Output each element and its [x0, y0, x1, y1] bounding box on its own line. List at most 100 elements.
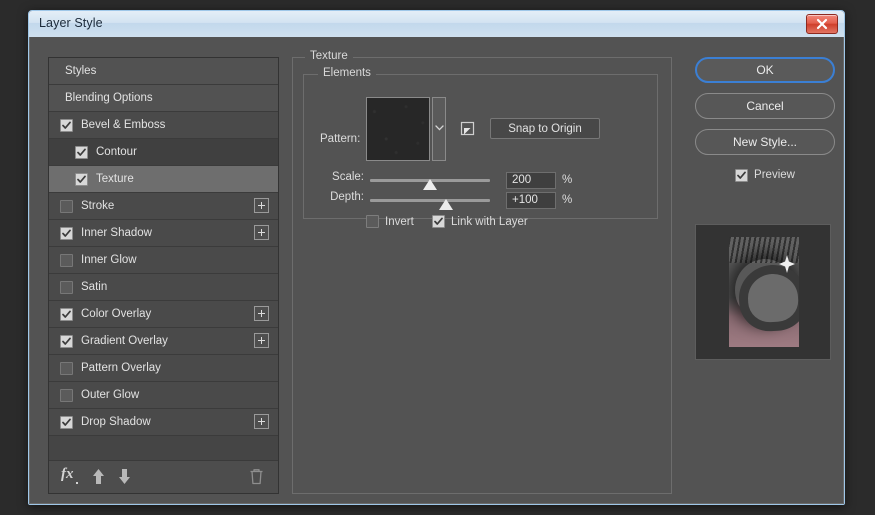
styles-list-item-inner-shadow[interactable]: Inner Shadow — [49, 220, 278, 247]
new-style-button[interactable]: New Style... — [695, 129, 835, 155]
styles-list-item-gradient-overlay[interactable]: Gradient Overlay — [49, 328, 278, 355]
styles-list-item-stroke[interactable]: Stroke — [49, 193, 278, 220]
styles-list-item-color-overlay[interactable]: Color Overlay — [49, 301, 278, 328]
check-glyph — [62, 310, 71, 319]
pattern-label: Pattern: — [320, 133, 360, 145]
preview-label: Preview — [754, 169, 795, 181]
link-with-layer-label: Link with Layer — [451, 216, 528, 228]
styles-list-item-label: Inner Glow — [81, 254, 137, 266]
effect-checkbox[interactable] — [60, 362, 73, 375]
styles-list-item-contour[interactable]: Contour — [49, 139, 278, 166]
add-effect-plus-icon[interactable] — [254, 225, 269, 240]
link-with-layer-checkbox[interactable] — [432, 215, 445, 228]
effect-checkbox[interactable] — [75, 173, 88, 186]
styles-list-item-label: Drop Shadow — [81, 416, 151, 428]
add-effect-plus-icon[interactable] — [254, 414, 269, 429]
texture-group-title: Texture — [305, 50, 353, 62]
add-effect-plus-icon[interactable] — [254, 333, 269, 348]
check-glyph — [77, 148, 86, 157]
elements-group-title: Elements — [318, 67, 376, 79]
preview-artwork — [729, 237, 799, 347]
close-x-glyph — [816, 18, 828, 30]
chevron-down-glyph — [435, 125, 444, 131]
scale-slider-thumb[interactable] — [423, 179, 437, 190]
action-buttons: OK Cancel New Style... Preview — [695, 57, 835, 185]
styles-list-item-drop-shadow[interactable]: Drop Shadow — [49, 409, 278, 436]
layer-style-dialog: Layer Style Styles Blending Options Bevel … — [28, 10, 845, 505]
link-with-layer-checkbox-row[interactable]: Link with Layer — [432, 215, 528, 228]
styles-panel: Styles Blending Options Bevel & Emboss Cont… — [48, 57, 279, 494]
styles-list-item-label: Contour — [96, 146, 137, 158]
ok-button[interactable]: OK — [695, 57, 835, 83]
styles-list-item-blending-options[interactable]: Blending Options — [49, 85, 278, 112]
effect-checkbox[interactable] — [60, 308, 73, 321]
styles-list-item-label: Outer Glow — [81, 389, 139, 401]
preview-checkbox[interactable] — [735, 169, 748, 182]
styles-list-item-label: Gradient Overlay — [81, 335, 168, 347]
effect-checkbox[interactable] — [60, 227, 73, 240]
depth-row: Depth: +100 % — [304, 191, 657, 211]
move-up-icon[interactable] — [91, 468, 106, 490]
dialog-body: Styles Blending Options Bevel & Emboss Cont… — [29, 37, 844, 504]
effect-checkbox[interactable] — [60, 200, 73, 213]
styles-list-item-bevel-emboss[interactable]: Bevel & Emboss — [49, 112, 278, 139]
effect-checkbox[interactable] — [60, 119, 73, 132]
styles-list-item-satin[interactable]: Satin — [49, 274, 278, 301]
invert-checkbox-row[interactable]: Invert — [366, 215, 414, 228]
styles-list-item-label: Satin — [81, 281, 107, 293]
styles-list-item-outer-glow[interactable]: Outer Glow — [49, 382, 278, 409]
cancel-button[interactable]: Cancel — [695, 93, 835, 119]
chevron-down-icon[interactable] — [432, 97, 446, 161]
depth-slider-thumb[interactable] — [439, 199, 453, 210]
invert-checkbox[interactable] — [366, 215, 379, 228]
effect-checkbox[interactable] — [60, 416, 73, 429]
effect-checkbox[interactable] — [60, 335, 73, 348]
texture-group: Texture Elements Pattern: Snap to Origi — [292, 57, 672, 494]
check-glyph — [62, 121, 71, 130]
styles-list-item-label: Texture — [96, 173, 134, 185]
styles-list-item-label: Pattern Overlay — [81, 362, 161, 374]
scale-row: Scale: 200 % — [304, 171, 657, 191]
add-effect-plus-icon[interactable] — [254, 198, 269, 213]
styles-list[interactable]: Styles Blending Options Bevel & Emboss Cont… — [49, 58, 278, 462]
styles-toolbar: fx — [49, 460, 278, 493]
styles-list-item-styles[interactable]: Styles — [49, 58, 278, 85]
trash-icon[interactable] — [249, 468, 264, 490]
styles-list-item-label: Stroke — [81, 200, 114, 212]
fx-icon[interactable]: fx — [61, 466, 74, 483]
preview-checkbox-row[interactable]: Preview — [695, 165, 835, 185]
depth-label: Depth: — [306, 191, 364, 203]
effect-checkbox[interactable] — [60, 389, 73, 402]
close-icon[interactable] — [806, 14, 838, 34]
elements-group: Elements Pattern: Snap to Origin — [303, 74, 658, 219]
styles-list-item-label: Bevel & Emboss — [81, 119, 165, 131]
styles-list-item-label: Color Overlay — [81, 308, 151, 320]
depth-unit: % — [562, 194, 572, 206]
depth-input[interactable]: +100 — [506, 192, 556, 209]
add-effect-plus-icon[interactable] — [254, 306, 269, 321]
new-preset-glyph — [460, 121, 475, 136]
styles-list-item-pattern-overlay[interactable]: Pattern Overlay — [49, 355, 278, 382]
check-glyph — [737, 171, 746, 180]
scale-label: Scale: — [306, 171, 364, 183]
check-glyph — [62, 337, 71, 346]
move-down-icon[interactable] — [117, 468, 132, 490]
scale-unit: % — [562, 174, 572, 186]
scale-input[interactable]: 200 — [506, 172, 556, 189]
styles-list-item-label: Blending Options — [65, 92, 153, 104]
effect-checkbox[interactable] — [60, 281, 73, 294]
depth-slider-track[interactable] — [370, 199, 490, 202]
effect-checkbox[interactable] — [60, 254, 73, 267]
arrow-up-glyph — [91, 468, 106, 485]
styles-list-item-inner-glow[interactable]: Inner Glow — [49, 247, 278, 274]
pattern-swatch[interactable] — [366, 97, 430, 161]
fx-dropdown-indicator — [76, 482, 78, 484]
effect-checkbox[interactable] — [75, 146, 88, 159]
new-pattern-preset-icon[interactable] — [460, 121, 475, 136]
check-glyph — [434, 217, 443, 226]
snap-to-origin-button[interactable]: Snap to Origin — [490, 118, 600, 139]
check-glyph — [62, 229, 71, 238]
window-title: Layer Style — [39, 16, 103, 30]
styles-list-item-texture[interactable]: Texture — [49, 166, 278, 193]
title-bar[interactable]: Layer Style — [29, 11, 844, 38]
